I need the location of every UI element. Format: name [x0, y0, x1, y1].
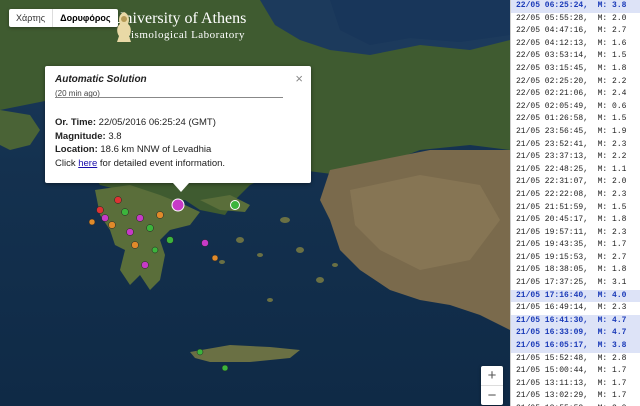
event-list-item[interactable]: 21/05 16:05:17, M: 3.8 — [511, 340, 640, 353]
location-row: Location: 18.6 km NNW of Levadhia — [55, 143, 225, 157]
map-view[interactable]: Χάρτης Δορυφόρος University of Athens Se… — [0, 0, 510, 406]
event-list-item[interactable]: 21/05 22:48:25, M: 1.1 — [511, 164, 640, 177]
event-list-item[interactable]: 21/05 22:31:07, M: 2.0 — [511, 176, 640, 189]
map-type-control: Χάρτης Δορυφόρος — [9, 9, 118, 27]
popup-title: Automatic Solution — [55, 74, 147, 85]
click-text-post: for detailed event information. — [99, 157, 226, 169]
magnitude-label: Magnitude: — [55, 130, 106, 142]
event-list-item[interactable]: 21/05 15:00:44, M: 1.7 — [511, 365, 640, 378]
event-list-item[interactable]: 21/05 21:51:59, M: 1.5 — [511, 202, 640, 215]
event-list-item[interactable]: 21/05 19:43:35, M: 1.7 — [511, 239, 640, 252]
logo-subtitle: Seismological Laboratory — [119, 29, 245, 41]
map-type-satellite-button[interactable]: Δορυφόρος — [52, 9, 117, 27]
click-text: Click — [55, 157, 76, 169]
origin-time-row: Or. Time: 22/05/2016 06:25:24 (GMT) — [55, 116, 225, 130]
magnitude-row: Magnitude: 3.8 — [55, 130, 225, 144]
origin-time-value: 22/05/2016 06:25:24 (GMT) — [98, 117, 216, 128]
university-logo: University of Athens Seismological Labor… — [113, 10, 246, 42]
zoom-out-button[interactable]: − — [481, 385, 503, 405]
satellite-map — [0, 0, 510, 372]
zoom-in-button[interactable]: + — [481, 366, 503, 385]
event-list-item[interactable]: 21/05 17:37:25, M: 3.1 — [511, 277, 640, 290]
event-list[interactable]: 22/05 06:25:24, M: 3.8 22/05 05:55:28, M:… — [510, 0, 640, 406]
event-list-item[interactable]: 22/05 05:55:28, M: 2.0 — [511, 13, 640, 26]
event-list-item[interactable]: 21/05 13:02:29, M: 1.7 — [511, 390, 640, 403]
location-label: Location: — [55, 144, 98, 155]
event-list-item[interactable]: 21/05 18:38:05, M: 1.8 — [511, 264, 640, 277]
origin-time-label: Or. Time: — [55, 117, 97, 128]
details-link-row: Click here for detailed event informatio… — [55, 157, 225, 171]
event-list-item[interactable]: 22/05 01:26:58, M: 1.5 — [511, 113, 640, 126]
location-value: 18.6 km NNW of Levadhia — [100, 144, 212, 155]
event-list-item[interactable]: 22/05 04:47:16, M: 2.7 — [511, 25, 640, 38]
event-info-popup: Automatic Solution (20 min ago) × Or. Ti… — [45, 66, 311, 192]
event-list-item[interactable]: 22/05 03:53:14, M: 1.5 — [511, 50, 640, 63]
event-list-item[interactable]: 21/05 17:16:40, M: 4.0 — [511, 289, 640, 303]
event-list-item[interactable]: 21/05 20:45:17, M: 1.8 — [511, 214, 640, 227]
event-list-item[interactable]: 21/05 16:49:14, M: 2.3 — [511, 302, 640, 315]
athena-emblem-icon — [117, 12, 131, 42]
event-list-item[interactable]: 21/05 22:22:08, M: 2.3 — [511, 189, 640, 202]
event-list-item[interactable]: 22/05 06:25:24, M: 3.8 — [511, 0, 640, 13]
event-list-item[interactable]: 21/05 13:11:13, M: 1.7 — [511, 378, 640, 391]
event-list-item[interactable]: 21/05 23:56:45, M: 1.9 — [511, 126, 640, 139]
event-list-item[interactable]: 22/05 04:12:13, M: 1.6 — [511, 38, 640, 51]
map-type-map-button[interactable]: Χάρτης — [9, 9, 52, 27]
close-icon[interactable]: × — [295, 71, 303, 86]
popup-divider — [55, 97, 283, 98]
event-list-item[interactable]: 21/05 16:41:30, M: 4.7 — [511, 314, 640, 328]
details-link[interactable]: here — [78, 158, 97, 169]
event-list-item[interactable]: 21/05 23:37:13, M: 2.2 — [511, 151, 640, 164]
popup-details: Or. Time: 22/05/2016 06:25:24 (GMT) Magn… — [55, 116, 225, 170]
magnitude-value: 3.8 — [108, 130, 122, 142]
event-list-item[interactable]: 22/05 02:21:06, M: 2.4 — [511, 88, 640, 101]
event-list-item[interactable]: 22/05 02:05:49, M: 0.6 — [511, 101, 640, 114]
event-list-item[interactable]: 22/05 03:15:45, M: 1.8 — [511, 63, 640, 76]
event-list-item[interactable]: 21/05 16:33:09, M: 4.7 — [511, 327, 640, 341]
zoom-control: + − — [481, 366, 503, 405]
event-list-item[interactable]: 21/05 15:52:48, M: 2.8 — [511, 353, 640, 366]
event-list-item[interactable]: 22/05 02:25:20, M: 2.2 — [511, 76, 640, 89]
event-list-item[interactable]: 21/05 19:15:53, M: 2.7 — [511, 252, 640, 265]
event-list-item[interactable]: 21/05 23:52:41, M: 2.3 — [511, 139, 640, 152]
event-list-item[interactable]: 21/05 19:57:11, M: 2.3 — [511, 227, 640, 240]
